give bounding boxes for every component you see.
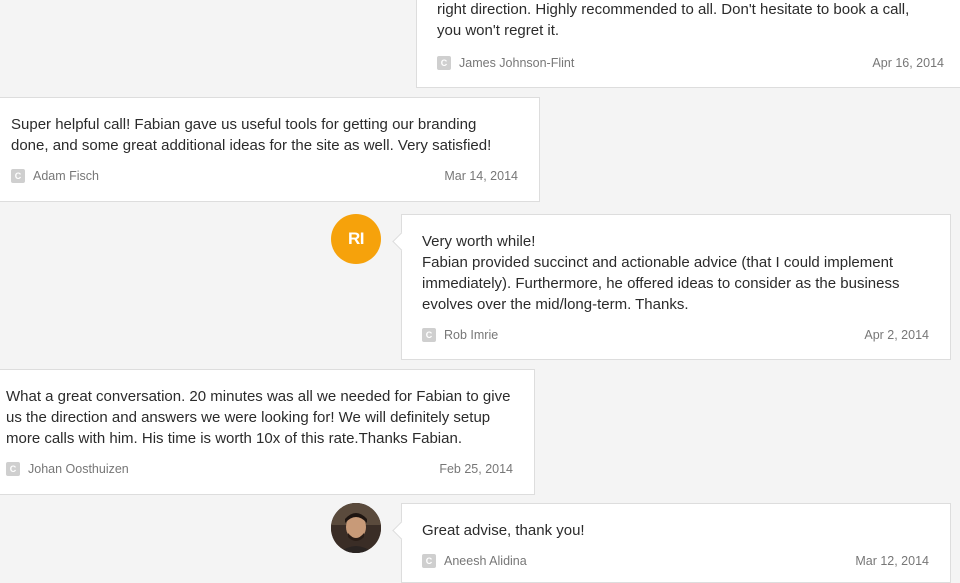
review-card: What a great conversation. 20 minutes wa… <box>0 369 535 495</box>
speech-pointer <box>392 232 411 251</box>
review-text: Very worth while! Fabian provided succin… <box>422 233 900 313</box>
review-card: Very worth while! Fabian provided succin… <box>392 214 951 360</box>
reviewer-avatar[interactable]: RI <box>331 214 381 264</box>
review-meta: C Rob Imrie Apr 2, 2014 <box>422 328 929 344</box>
reviewer-name[interactable]: James Johnson-Flint <box>459 56 574 71</box>
review-text: Great advise, thank you! <box>422 522 585 539</box>
person-photo-icon <box>331 503 381 553</box>
review-date: Apr 2, 2014 <box>864 328 929 342</box>
reviewer-name[interactable]: Johan Oosthuizen <box>28 462 129 477</box>
reviewer-name[interactable]: Adam Fisch <box>33 169 99 184</box>
review-text: Super helpful call! Fabian gave us usefu… <box>11 116 492 154</box>
review-date: Feb 25, 2014 <box>439 462 513 476</box>
source-icon: C <box>11 169 25 183</box>
review-meta: C James Johnson-Flint Apr 16, 2014 <box>437 56 944 72</box>
review-date: Mar 14, 2014 <box>444 169 518 183</box>
speech-pointer <box>392 521 411 540</box>
source-icon: C <box>437 56 451 70</box>
review-text: right direction. Highly recommended to a… <box>437 1 910 39</box>
review-card: right direction. Highly recommended to a… <box>416 0 960 88</box>
source-icon: C <box>422 328 436 342</box>
review-date: Mar 12, 2014 <box>855 554 929 568</box>
reviewer-name[interactable]: Rob Imrie <box>444 328 498 343</box>
review-meta: C Adam Fisch Mar 14, 2014 <box>11 169 518 185</box>
review-date: Apr 16, 2014 <box>872 56 944 70</box>
source-icon: C <box>6 462 20 476</box>
review-card: Super helpful call! Fabian gave us usefu… <box>0 97 540 202</box>
review-text: What a great conversation. 20 minutes wa… <box>6 388 511 447</box>
review-card: Great advise, thank you! C Aneesh Alidin… <box>392 503 951 583</box>
review-meta: C Aneesh Alidina Mar 12, 2014 <box>422 554 929 570</box>
reviewer-name[interactable]: Aneesh Alidina <box>444 554 527 569</box>
review-meta: C Johan Oosthuizen Feb 25, 2014 <box>6 462 513 478</box>
reviewer-avatar-photo[interactable] <box>331 503 381 553</box>
